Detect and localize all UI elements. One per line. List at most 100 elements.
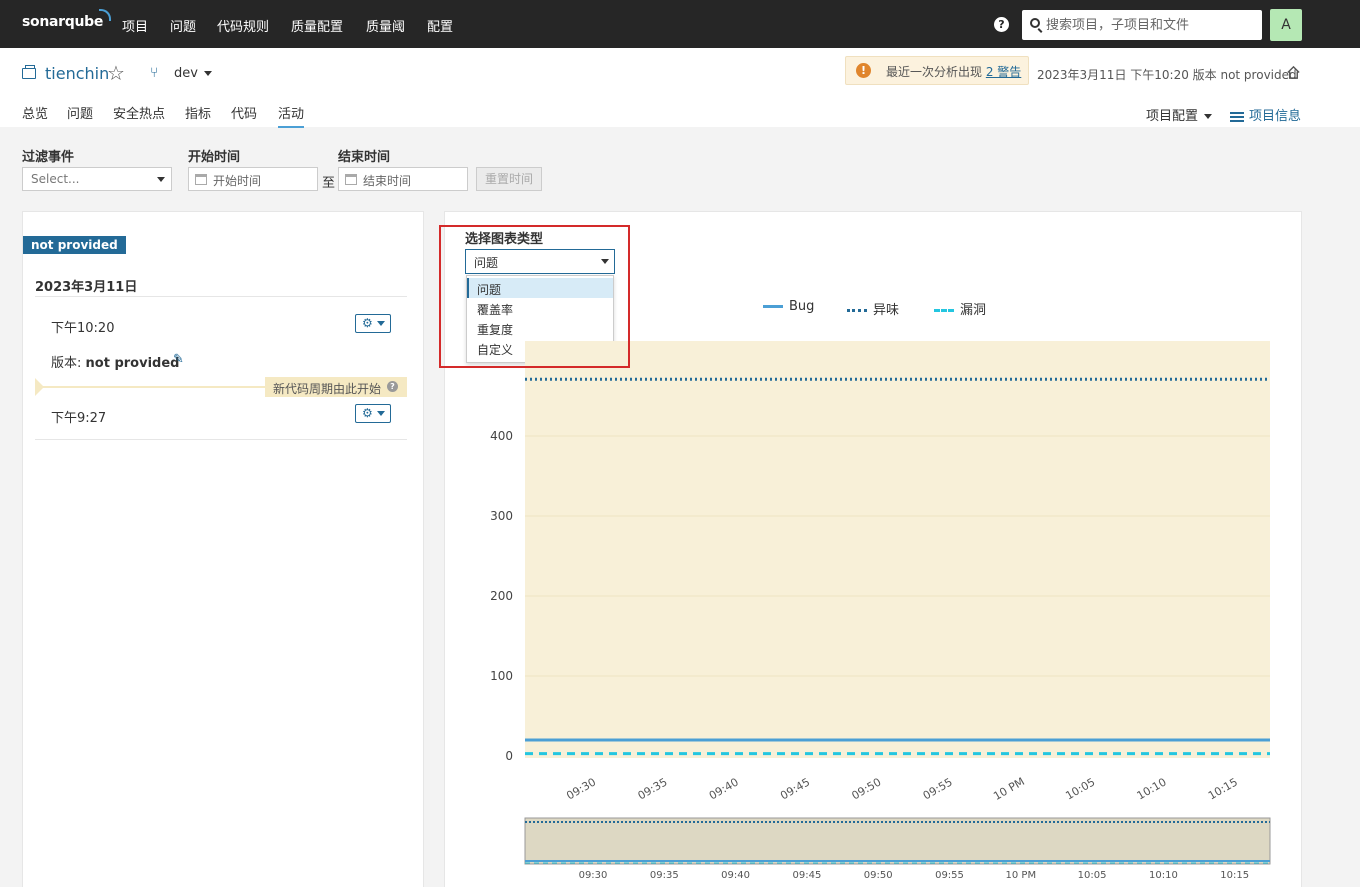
nav-projects[interactable]: 项目 <box>122 16 148 35</box>
analysis-actions-button[interactable]: ⚙ <box>355 404 391 423</box>
top-navbar: sonarqube 项目 问题 代码规则 质量配置 质量阈 配置 ? A <box>0 0 1360 48</box>
legend-swatch <box>934 309 954 312</box>
x-tick-label: 10:15 <box>1206 775 1240 802</box>
project-settings-menu[interactable]: 项目配置 <box>1146 105 1213 124</box>
reset-dates-button[interactable]: 重置时间 <box>476 167 542 191</box>
calendar-icon <box>195 174 207 185</box>
mini-x-tick-label: 09:30 <box>579 870 608 881</box>
mini-x-tick-label: 10:05 <box>1078 870 1107 881</box>
mini-x-tick-label: 10:10 <box>1149 870 1178 881</box>
chart-option-issues[interactable]: 问题 <box>467 278 613 298</box>
x-tick-label: 09:45 <box>778 775 812 802</box>
y-tick-label: 200 <box>490 589 513 603</box>
tab-security-hotspots[interactable]: 安全热点 <box>113 103 165 122</box>
project-header: tienchin ☆ ⑂ dev ! 最近一次分析出现 2 警告 2023年3月… <box>0 48 1360 128</box>
issues-chart: 0 100 200 300 400 09:30 09:35 09:40 09:45 09:50 09… <box>490 341 1271 881</box>
user-avatar[interactable]: A <box>1270 9 1302 41</box>
global-search[interactable] <box>1022 10 1262 40</box>
end-date-placeholder: 结束时间 <box>363 174 412 188</box>
legend-swatch <box>763 305 783 308</box>
y-tick-label: 0 <box>505 749 513 763</box>
event-filter-select[interactable]: Select... <box>22 167 172 191</box>
version-value: not provided <box>85 356 180 371</box>
tab-code[interactable]: 代码 <box>231 103 257 122</box>
new-code-area <box>525 341 1270 758</box>
version-badge: not provided <box>23 236 126 254</box>
new-code-line <box>35 386 265 388</box>
list-icon <box>1230 111 1244 122</box>
mini-x-tick-label: 09:35 <box>650 870 679 881</box>
project-name[interactable]: tienchin <box>45 64 109 83</box>
chart-type-label: 选择图表类型 <box>465 232 544 247</box>
start-date-input[interactable]: 开始时间 <box>188 167 318 191</box>
analysis-time: 下午10:20 <box>51 321 115 336</box>
search-icon <box>1030 18 1040 28</box>
nav-quality-gates[interactable]: 质量阈 <box>366 16 405 35</box>
nav-quality-profiles[interactable]: 质量配置 <box>291 16 343 35</box>
favorite-star-icon[interactable]: ☆ <box>107 61 125 85</box>
y-tick-label: 300 <box>490 509 513 523</box>
analysis-meta: 2023年3月11日 下午10:20 版本 not provided <box>1037 68 1297 82</box>
mini-x-tick-label: 09:45 <box>792 870 821 881</box>
nav-rules[interactable]: 代码规则 <box>217 16 269 35</box>
warnings-link[interactable]: 2 警告 <box>986 65 1021 79</box>
x-tick-label: 09:55 <box>921 775 955 802</box>
event-filter-value: Select... <box>31 172 80 186</box>
analysis-actions-button[interactable]: ⚙ <box>355 314 391 333</box>
chevron-down-icon <box>157 177 165 182</box>
y-tick-label: 400 <box>490 429 513 443</box>
nav-issues[interactable]: 问题 <box>170 16 196 35</box>
chart-type-value: 问题 <box>474 256 499 270</box>
activity-date-heading: 2023年3月11日 <box>35 280 138 295</box>
chevron-down-icon <box>203 71 212 76</box>
version-event: 版本: not provided <box>51 352 179 371</box>
mini-x-tick-label: 10 PM <box>1006 870 1037 881</box>
legend-label: Bug <box>789 299 815 314</box>
analysis-time: 下午9:27 <box>51 411 107 426</box>
chart-option-coverage[interactable]: 覆盖率 <box>467 298 613 318</box>
start-date-label: 开始时间 <box>188 150 241 165</box>
x-tick-label: 10 PM <box>991 775 1027 803</box>
nav-administration[interactable]: 配置 <box>427 16 453 35</box>
end-date-input[interactable]: 结束时间 <box>338 167 468 191</box>
activity-list-panel: not provided 2023年3月11日 下午10:20 ⚙ 版本: no… <box>22 211 424 887</box>
chart-type-select[interactable]: 问题 <box>465 249 615 274</box>
mini-x-tick-label: 09:55 <box>935 870 964 881</box>
legend-bug[interactable]: Bug <box>763 299 814 314</box>
help-icon[interactable]: ? <box>387 381 398 392</box>
edit-pencil-icon[interactable]: ✎ <box>173 352 184 367</box>
home-icon[interactable] <box>1286 65 1301 80</box>
chevron-down-icon <box>601 259 609 264</box>
x-tick-label: 09:35 <box>636 775 670 802</box>
legend-code-smell[interactable]: 异味 <box>847 299 899 318</box>
mini-x-tick-label: 09:40 <box>721 870 750 881</box>
tab-issues[interactable]: 问题 <box>67 103 93 122</box>
mini-x-tick-label: 09:50 <box>864 870 893 881</box>
new-code-period-label: 新代码周期由此开始? <box>265 377 407 397</box>
legend-swatch <box>847 309 867 312</box>
legend-vulnerability[interactable]: 漏洞 <box>934 299 986 318</box>
tab-activity[interactable]: 活动 <box>278 103 305 128</box>
help-icon[interactable]: ? <box>994 17 1009 32</box>
tab-measures[interactable]: 指标 <box>185 103 211 122</box>
end-date-label: 结束时间 <box>338 150 391 165</box>
chevron-down-icon <box>1204 114 1213 119</box>
search-input[interactable] <box>1046 10 1256 40</box>
warning-text: 最近一次分析出现 <box>886 65 983 79</box>
divider <box>35 439 407 440</box>
tab-overview[interactable]: 总览 <box>22 103 48 122</box>
date-range-separator: 至 <box>322 176 336 191</box>
branch-selector[interactable]: dev <box>174 66 212 81</box>
legend-label: 漏洞 <box>960 303 987 318</box>
x-tick-label: 10:10 <box>1135 775 1169 802</box>
project-icon <box>22 65 36 79</box>
x-tick-label: 09:40 <box>707 775 741 802</box>
x-tick-label: 10:05 <box>1063 775 1097 802</box>
sonarqube-logo[interactable]: sonarqube <box>22 9 112 30</box>
new-code-period-text: 新代码周期由此开始 <box>273 382 382 396</box>
version-prefix: 版本: <box>51 356 82 371</box>
divider <box>35 296 407 297</box>
project-info-link[interactable]: 项目信息 <box>1230 105 1301 124</box>
event-filter-label: 过滤事件 <box>22 150 75 165</box>
y-tick-label: 100 <box>490 669 513 683</box>
